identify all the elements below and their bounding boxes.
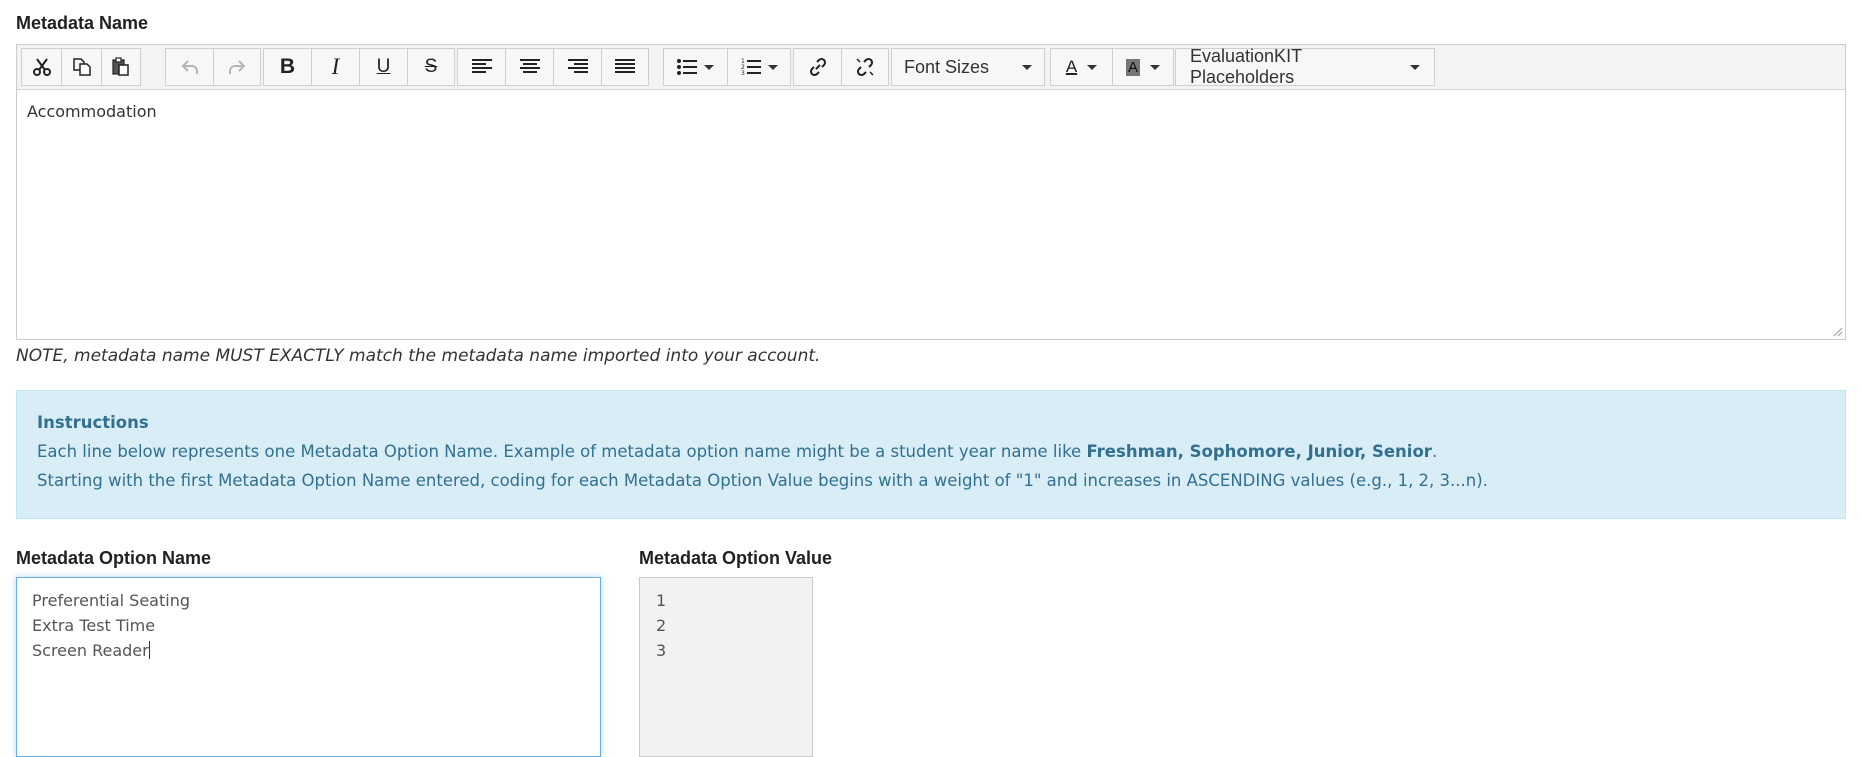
bullet-list-icon[interactable]	[663, 48, 727, 86]
option-name-label: Metadata Option Name	[16, 548, 212, 568]
paste-icon[interactable]	[101, 48, 141, 86]
chevron-down-icon	[1022, 64, 1032, 70]
chevron-down-icon	[704, 64, 714, 70]
unlink-icon[interactable]	[841, 48, 889, 86]
editor-toolbar: B I U S 1 2 3 Font Sizes A A EvaluationK…	[17, 45, 1845, 90]
option-name-line: Preferential Seating	[32, 591, 190, 610]
link-icon[interactable]	[793, 48, 841, 86]
instructions-line-1: Each line below represents one Metadata …	[37, 442, 1825, 461]
copy-icon[interactable]	[61, 48, 101, 86]
option-name-line: Screen Reader	[32, 641, 149, 660]
strikethrough-icon[interactable]: S	[407, 48, 455, 86]
svg-text:3: 3	[741, 70, 745, 76]
chevron-down-icon	[1410, 64, 1420, 70]
instructions-line-2: Starting with the first Metadata Option …	[37, 471, 1488, 490]
option-value-line: 2	[656, 616, 667, 635]
metadata-name-label: Metadata Name	[16, 13, 149, 33]
rich-text-editor: B I U S 1 2 3 Font Sizes A A EvaluationK…	[16, 44, 1846, 340]
chevron-down-icon	[767, 64, 778, 70]
instructions-example-names: Freshman, Sophomore, Junior, Senior	[1086, 442, 1432, 461]
bold-icon[interactable]: B	[263, 48, 311, 86]
text-cursor	[148, 641, 150, 659]
option-value-textarea: 1 2 3	[639, 577, 813, 757]
align-right-icon[interactable]	[553, 48, 601, 86]
undo-icon[interactable]	[165, 48, 213, 86]
underline-icon[interactable]: U	[359, 48, 407, 86]
font-sizes-dropdown[interactable]: Font Sizes	[891, 48, 1045, 86]
instructions-line-1-end: .	[1431, 442, 1438, 461]
instructions-title: Instructions	[37, 413, 149, 432]
justify-icon[interactable]	[601, 48, 649, 86]
option-value-line: 3	[656, 641, 667, 660]
editor-content[interactable]: Accommodation	[17, 90, 1845, 133]
chevron-down-icon	[1150, 64, 1160, 70]
instructions-panel: Instructions Each line below represents …	[16, 390, 1846, 519]
metadata-name-note: NOTE, metadata name MUST EXACTLY match t…	[16, 346, 821, 366]
instructions-line-1-text: Each line below represents one Metadata …	[37, 442, 1087, 461]
chevron-down-icon	[1087, 64, 1098, 70]
option-value-line: 1	[656, 591, 667, 610]
resize-handle-icon[interactable]	[1831, 325, 1843, 337]
redo-icon[interactable]	[213, 48, 261, 86]
placeholders-label: EvaluationKIT Placeholders	[1190, 46, 1302, 87]
font-color-icon[interactable]: A	[1050, 48, 1112, 86]
option-name-line: Extra Test Time	[32, 616, 156, 635]
italic-icon[interactable]: I	[311, 48, 359, 86]
numbered-list-icon[interactable]: 123	[727, 48, 791, 86]
placeholders-dropdown[interactable]: EvaluationKIT Placeholders	[1175, 46, 1435, 87]
option-name-textarea[interactable]: Preferential Seating Extra Test Time Scr…	[16, 577, 601, 757]
font-sizes-label: Font Sizes	[904, 56, 990, 77]
align-center-icon[interactable]	[505, 48, 553, 86]
option-value-label: Metadata Option Value	[639, 548, 833, 568]
align-left-icon[interactable]	[457, 48, 505, 86]
background-color-icon[interactable]: A	[1112, 48, 1174, 86]
option-name-line-active: Screen Reader	[32, 638, 585, 663]
cut-icon[interactable]	[21, 48, 61, 86]
